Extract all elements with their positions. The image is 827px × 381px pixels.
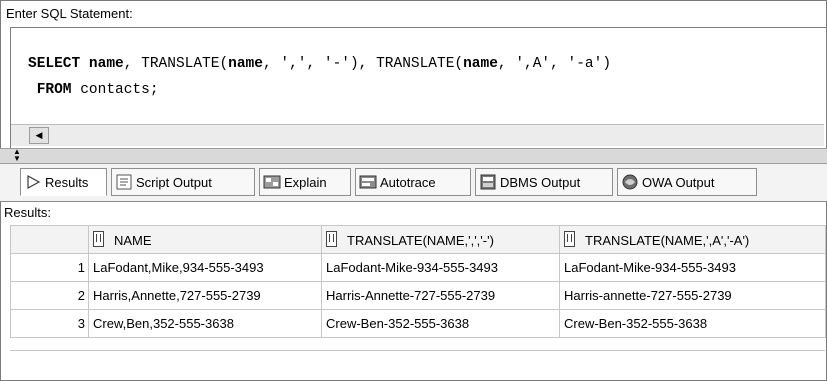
table-row[interactable]: 2 Harris,Annette,727-555-2739 Harris-Ann… [10,281,826,310]
column-header-translate-1[interactable]: TRANSLATE(NAME,',','-') [321,225,560,254]
tab-script-output[interactable]: Script Output [111,168,255,196]
header-row: NAME TRANSLATE(NAME,',','-') TRANSLATE(N… [10,225,826,254]
scroll-left-arrow-icon[interactable]: ◀ [29,127,49,144]
explain-icon [263,173,281,191]
column-header-name[interactable]: NAME [88,225,322,254]
column-name: name [228,56,263,72]
dbms-output-icon [479,173,497,191]
row-number: 1 [10,253,89,282]
keyword-from: FROM [36,82,72,98]
results-grid: NAME TRANSLATE(NAME,',','-') TRANSLATE(N… [10,225,826,338]
tab-autotrace[interactable]: Autotrace [355,168,471,196]
sql-fragment: contacts; [71,82,159,98]
tab-label: Results [45,174,89,190]
cell-name[interactable]: LaFodant,Mike,934-555-3493 [88,253,322,282]
cell-translate-1[interactable]: Crew-Ben-352-555-3638 [321,309,560,338]
results-label: Results: [4,205,51,220]
keyword-select: SELECT [28,56,81,72]
tab-label: Script Output [136,174,212,190]
sql-code[interactable]: SELECT name, TRANSLATE(name, ',', '-'), … [28,51,611,103]
tab-results[interactable]: Results [20,168,107,196]
column-type-icon [93,231,104,247]
table-row[interactable]: 3 Crew,Ben,352-555-3638 Crew-Ben-352-555… [10,309,826,338]
cell-translate-1[interactable]: Harris-Annette-727-555-2739 [321,281,560,310]
tab-label: Explain [284,174,327,190]
column-header-label: TRANSLATE(NAME,',','-') [347,233,494,248]
tab-label: OWA Output [642,174,715,190]
column-header-label: TRANSLATE(NAME,',A','-A') [585,233,750,248]
column-type-icon [326,231,337,247]
row-number-header [10,225,89,254]
column-name: name [88,56,124,72]
tab-label: DBMS Output [500,174,581,190]
column-name: name [463,56,498,72]
grid-empty-area [10,350,825,371]
autotrace-icon [359,173,377,191]
tab-explain[interactable]: Explain [259,168,351,196]
horizontal-scrollbar[interactable] [11,124,824,146]
column-type-icon [564,231,575,247]
tab-owa-output[interactable]: OWA Output [617,168,757,196]
editor-results-splitter[interactable] [0,148,827,164]
sql-fragment: , ',A', '-a') [497,56,612,72]
script-output-icon [115,173,133,191]
cell-translate-2[interactable]: Crew-Ben-352-555-3638 [559,309,826,338]
cell-translate-1[interactable]: LaFodant-Mike-934-555-3493 [321,253,560,282]
sql-statement-label: Enter SQL Statement: [6,6,133,21]
play-arrow-icon [24,173,42,191]
sql-fragment: , ',', '-'), TRANSLATE( [262,56,464,72]
owa-output-icon [621,173,639,191]
cell-translate-2[interactable]: LaFodant-Mike-934-555-3493 [559,253,826,282]
cell-name[interactable]: Harris,Annette,727-555-2739 [88,281,322,310]
tab-label: Autotrace [380,174,436,190]
row-number: 3 [10,309,89,338]
tab-dbms-output[interactable]: DBMS Output [475,168,613,196]
row-number: 2 [10,281,89,310]
cell-name[interactable]: Crew,Ben,352-555-3638 [88,309,322,338]
table-row[interactable]: 1 LaFodant,Mike,934-555-3493 LaFodant-Mi… [10,253,826,282]
cell-translate-2[interactable]: Harris-annette-727-555-2739 [559,281,826,310]
splitter-arrows-icon[interactable]: ▲ ▼ [13,148,25,163]
column-header-translate-2[interactable]: TRANSLATE(NAME,',A','-A') [559,225,826,254]
sql-fragment: , TRANSLATE( [123,56,229,72]
column-header-label: NAME [114,233,152,248]
